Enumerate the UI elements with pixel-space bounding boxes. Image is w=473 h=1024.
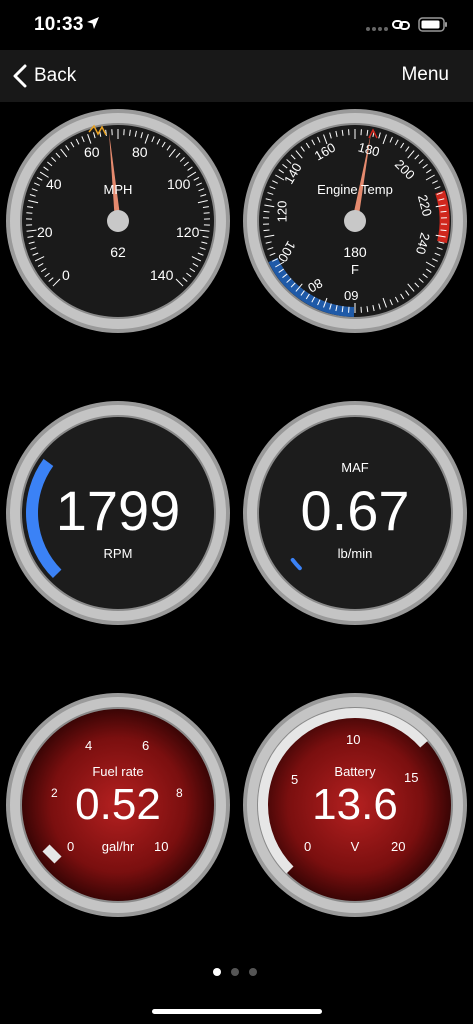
home-indicator[interactable] [152,1009,322,1014]
speed-tick-120: 120 [176,224,200,240]
temp-tick-120: 120 [274,200,290,223]
temp-unit: F [351,262,359,277]
speed-unit-label: MPH [103,182,133,197]
battery-value: 13.6 [312,780,398,829]
temp-value: 180 [343,244,367,260]
page-dot-2[interactable] [231,968,239,976]
menu-button[interactable]: Menu [401,64,449,86]
maf-label: MAF [341,460,369,475]
fuel-tick-6: 6 [142,738,150,753]
temp-gauge-label: Engine Temp [317,182,393,197]
fuel-rate-value: 0.52 [75,780,161,829]
fuel-rate-label: Fuel rate [92,764,144,779]
dial-tick [263,210,270,213]
speed-tick-80: 80 [132,144,148,160]
speed-value: 62 [110,244,126,260]
fuel-rate-unit: gal/hr [101,839,135,854]
chevron-left-icon [13,64,27,88]
rpm-label: RPM [103,546,133,561]
back-button[interactable]: Back [12,62,76,90]
battery-tick-20: 20 [391,839,406,854]
battery-tick-10: 10 [346,732,361,747]
speed-gauge-dial [6,109,230,333]
battery-gauge[interactable]: 10 5 15 Battery 13.6 0 V 20 [240,690,470,920]
page-dot-1[interactable] [213,968,221,976]
speed-tick-60: 60 [84,144,100,160]
back-label: Back [34,65,77,86]
dial-tick [440,210,447,213]
speed-tick-140: 140 [150,267,174,283]
status-time: 10:33 [34,14,84,35]
temp-tick-60: 60 [344,288,359,303]
speed-needle-hub [107,210,129,232]
status-bar: 10:33 [0,0,473,50]
engine-temp-gauge[interactable]: 60 80 100 120 140 160 180 200 220 240 En… [240,106,470,336]
cellular-signal-icon [366,27,388,31]
fuel-rate-gauge[interactable]: 4 6 Fuel rate 2 8 0.52 0 gal/hr 10 [3,690,233,920]
page-dot-3[interactable] [249,968,257,976]
maf-value: 0.67 [300,479,410,542]
fuel-tick-10: 10 [154,839,169,854]
battery-label: Battery [334,764,376,779]
temp-needle-hub [344,210,366,232]
maf-gauge[interactable]: MAF 0.67 lb/min [240,398,470,628]
page-indicator[interactable] [213,968,257,976]
navigation-bar: Back Menu [0,50,473,102]
maf-unit: lb/min [337,546,373,561]
rpm-gauge[interactable]: 1799 RPM [3,398,233,628]
battery-unit: V [350,839,360,854]
speed-tick-20: 20 [37,224,53,240]
dial-tick [263,229,270,232]
dial-tick [203,212,210,214]
speed-gauge[interactable]: 0 20 40 60 80 100 120 140 MPH 62 [3,106,233,336]
fuel-tick-4: 4 [85,738,93,753]
hotspot-link-icon [392,20,410,30]
battery-icon [418,17,447,32]
dial-tick [26,212,33,214]
speed-tick-0: 0 [62,267,70,283]
location-arrow-icon [87,17,99,29]
rpm-value: 1799 [55,479,181,542]
dial-tick [440,229,447,232]
